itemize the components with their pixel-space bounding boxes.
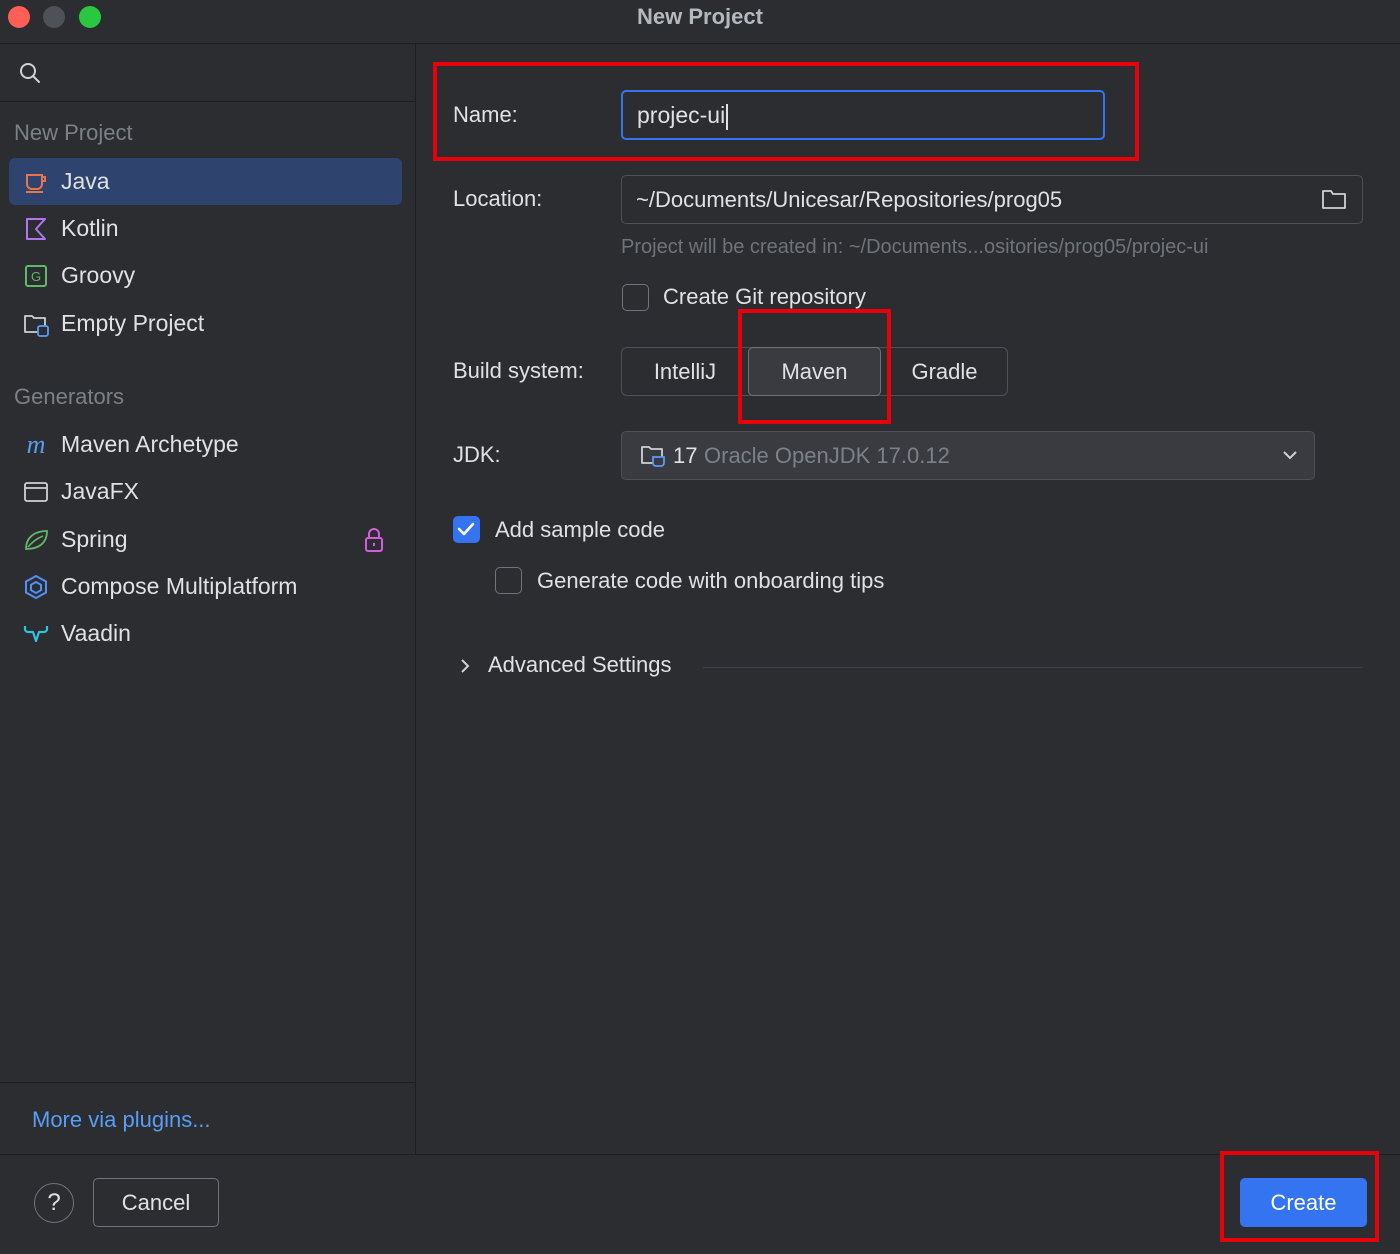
project-type-sidebar: New Project Java Kotlin G Groovy Empty P… xyxy=(0,44,416,1154)
sidebar-item-javafx[interactable]: JavaFX xyxy=(9,468,402,515)
jdk-version: 17 xyxy=(673,443,698,468)
sidebar-item-maven-archetype[interactable]: m Maven Archetype xyxy=(9,421,402,468)
sidebar-footer: More via plugins... xyxy=(0,1082,416,1154)
build-system-gradle-button[interactable]: Gradle xyxy=(881,348,1008,395)
folder-icon[interactable] xyxy=(1321,187,1347,211)
chevron-down-icon xyxy=(1283,451,1297,460)
add-sample-code-label[interactable]: Add sample code xyxy=(495,517,665,543)
jdk-dropdown[interactable]: 17 Oracle OpenJDK 17.0.12 xyxy=(621,431,1315,480)
svg-text:m: m xyxy=(27,432,46,458)
build-system-label: Build system: xyxy=(453,358,584,383)
location-input[interactable]: ~/Documents/Unicesar/Repositories/prog05 xyxy=(621,175,1363,224)
name-input-value: projec-ui xyxy=(637,102,726,128)
sidebar-item-label: Kotlin xyxy=(61,215,119,241)
sidebar-item-label: Compose Multiplatform xyxy=(61,573,298,599)
name-label: Name: xyxy=(453,102,518,127)
sidebar-item-compose-multiplatform[interactable]: Compose Multiplatform xyxy=(9,563,402,610)
sidebar-item-label: Java xyxy=(61,168,110,194)
build-system-maven-button[interactable]: Maven xyxy=(748,347,881,396)
sidebar-item-java[interactable]: Java xyxy=(9,158,402,205)
text-caret xyxy=(726,103,729,130)
empty-project-icon xyxy=(24,315,49,337)
onboarding-tips-label[interactable]: Generate code with onboarding tips xyxy=(537,568,884,594)
dialog-footer: ? Cancel Create xyxy=(0,1154,1400,1254)
sidebar-item-label: Maven Archetype xyxy=(61,431,239,457)
create-git-checkbox[interactable] xyxy=(622,284,649,311)
sidebar-item-label: JavaFX xyxy=(61,478,139,504)
divider xyxy=(703,667,1363,668)
compose-icon xyxy=(25,574,47,600)
advanced-settings-toggle[interactable]: Advanced Settings xyxy=(453,650,1365,686)
kotlin-icon xyxy=(26,218,46,240)
sidebar-search[interactable] xyxy=(0,44,416,102)
jdk-name: Oracle OpenJDK 17.0.12 xyxy=(704,443,950,468)
chevron-right-icon xyxy=(461,659,470,673)
create-button[interactable]: Create xyxy=(1240,1178,1367,1227)
title-bar: New Project xyxy=(0,0,1400,44)
svg-text:G: G xyxy=(31,269,41,284)
help-button[interactable]: ? xyxy=(34,1183,74,1223)
sidebar-item-empty-project[interactable]: Empty Project xyxy=(9,300,402,347)
sidebar-item-label: Empty Project xyxy=(61,310,205,336)
spring-icon xyxy=(25,530,48,550)
section-label-new-project: New Project xyxy=(14,120,133,145)
location-input-value: ~/Documents/Unicesar/Repositories/prog05 xyxy=(636,187,1063,212)
vaadin-icon xyxy=(23,626,49,643)
lock-icon xyxy=(365,528,383,552)
cancel-button[interactable]: Cancel xyxy=(93,1178,219,1227)
sidebar-item-groovy[interactable]: G Groovy xyxy=(9,252,402,299)
location-hint: Project will be created in: ~/Documents.… xyxy=(621,236,1209,258)
create-git-label[interactable]: Create Git repository xyxy=(663,284,866,310)
jdk-folder-icon xyxy=(641,446,665,467)
maven-icon: m xyxy=(27,432,46,458)
name-input[interactable]: projec-ui xyxy=(621,90,1105,140)
window-title: New Project xyxy=(637,4,763,29)
search-icon[interactable] xyxy=(19,62,41,84)
sidebar-item-label: Spring xyxy=(61,526,128,552)
sidebar-item-label: Vaadin xyxy=(61,620,131,646)
jdk-label: JDK: xyxy=(453,442,501,467)
sidebar-item-kotlin[interactable]: Kotlin xyxy=(9,205,402,252)
javafx-icon xyxy=(24,482,48,502)
add-sample-code-checkbox[interactable] xyxy=(453,516,480,543)
project-settings-form: Name: projec-ui Location: ~/Documents/Un… xyxy=(417,44,1400,1154)
sidebar-item-spring[interactable]: Spring xyxy=(9,516,402,563)
onboarding-tips-checkbox[interactable] xyxy=(495,567,522,594)
java-icon xyxy=(26,174,46,193)
section-label-generators: Generators xyxy=(14,384,125,409)
build-system-intellij-button[interactable]: IntelliJ xyxy=(622,348,748,395)
build-system-toggle: IntelliJ Maven Gradle xyxy=(621,347,1008,396)
checkmark-icon xyxy=(457,522,475,536)
sidebar-item-vaadin[interactable]: Vaadin xyxy=(9,610,402,657)
advanced-settings-label: Advanced Settings xyxy=(488,652,672,677)
location-label: Location: xyxy=(453,186,543,211)
sidebar-item-label: Groovy xyxy=(61,262,136,288)
more-via-plugins-link[interactable]: More via plugins... xyxy=(32,1107,211,1133)
groovy-icon: G xyxy=(25,265,47,287)
